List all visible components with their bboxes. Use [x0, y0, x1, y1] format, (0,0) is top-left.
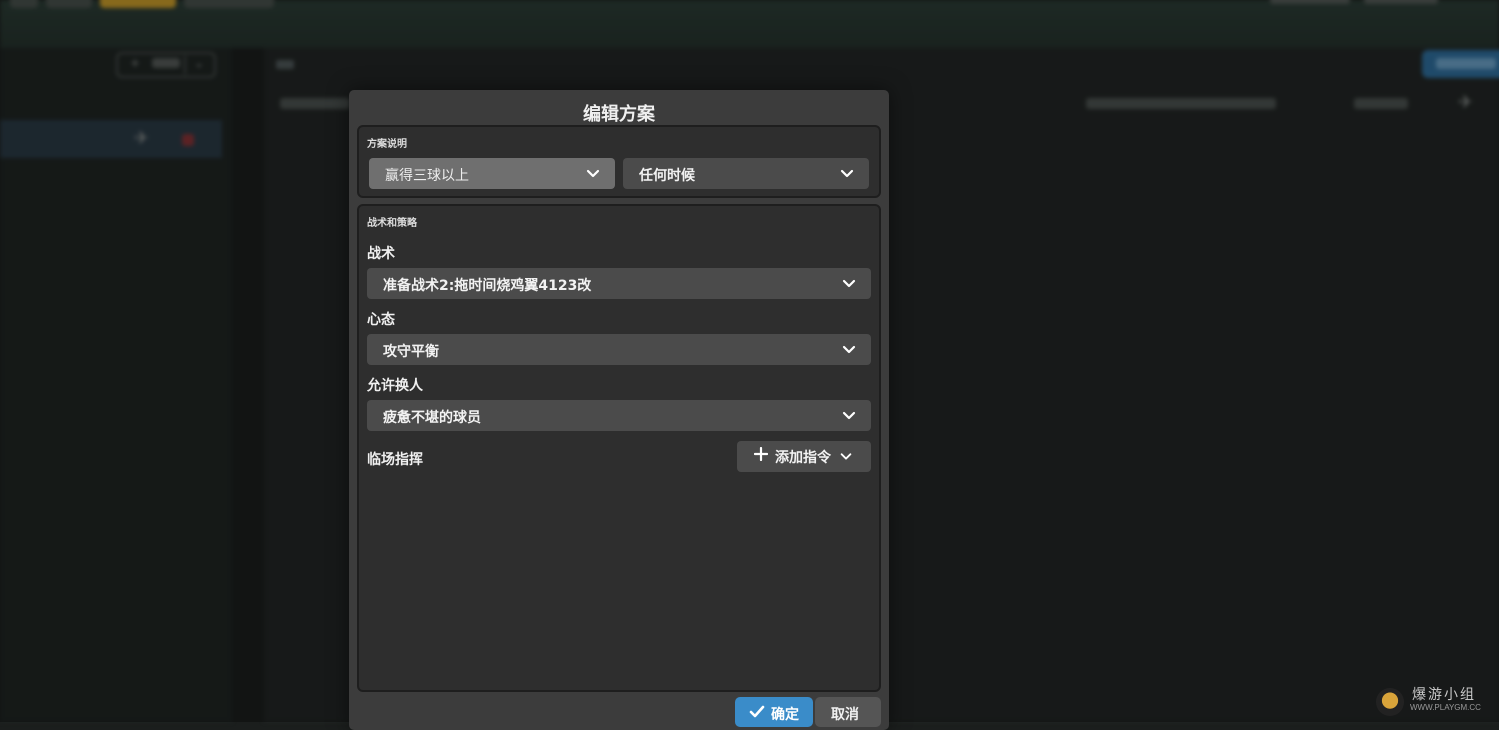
- scheme-description-section: 方案说明 赢得三球以上 任何时候: [357, 125, 881, 198]
- watermark-name: 爆游小组: [1412, 687, 1476, 703]
- substitution-value: 疲惫不堪的球员: [383, 410, 481, 426]
- confirm-button[interactable]: 确定: [735, 697, 813, 727]
- chevron-down-icon: [586, 169, 600, 178]
- tactic-value: 准备战术2:拖时间烧鸡翼4123改: [383, 278, 592, 294]
- watermark-url: WWW.PLAYGM.CC: [1410, 703, 1481, 712]
- condition-value: 赢得三球以上: [385, 168, 469, 184]
- tactic-label: 战术: [367, 246, 395, 262]
- chevron-down-icon: [842, 279, 856, 288]
- watermark: 爆游小组 WWW.PLAYGM.CC: [1372, 684, 1499, 722]
- substitution-dropdown[interactable]: 疲惫不堪的球员: [367, 400, 871, 431]
- tactic-dropdown[interactable]: 准备战术2:拖时间烧鸡翼4123改: [367, 268, 871, 299]
- chevron-down-icon: [842, 345, 856, 354]
- condition-dropdown[interactable]: 赢得三球以上: [369, 158, 615, 189]
- plus-icon: [754, 447, 768, 461]
- chevron-down-icon: [842, 411, 856, 420]
- section-caption: 战术和策略: [367, 218, 417, 229]
- tactics-section: 战术和策略 战术 准备战术2:拖时间烧鸡翼4123改 心态 攻守平衡 允许换人 …: [357, 204, 881, 692]
- chevron-down-icon: [840, 169, 854, 178]
- section-caption: 方案说明: [367, 139, 407, 150]
- add-instruction-button[interactable]: 添加指令: [737, 441, 871, 472]
- mentality-dropdown[interactable]: 攻守平衡: [367, 334, 871, 365]
- edit-scheme-dialog: 编辑方案 方案说明 赢得三球以上 任何时候 战术和策略 战术 准备战术2:拖时间…: [349, 90, 889, 730]
- cancel-button[interactable]: 取消: [815, 697, 881, 727]
- substitution-label: 允许换人: [367, 378, 423, 394]
- timing-value: 任何时候: [639, 168, 695, 184]
- confirm-label: 确定: [771, 707, 799, 723]
- mentality-label: 心态: [367, 312, 395, 328]
- touchline-label: 临场指挥: [367, 452, 423, 468]
- timing-dropdown[interactable]: 任何时候: [623, 158, 869, 189]
- cancel-label: 取消: [831, 707, 859, 723]
- mentality-value: 攻守平衡: [383, 344, 439, 360]
- dialog-title: 编辑方案: [583, 104, 655, 125]
- watermark-logo-icon: [1376, 688, 1404, 716]
- chevron-down-icon: [840, 453, 852, 460]
- checkmark-icon: [749, 705, 765, 718]
- add-instruction-label: 添加指令: [775, 450, 831, 466]
